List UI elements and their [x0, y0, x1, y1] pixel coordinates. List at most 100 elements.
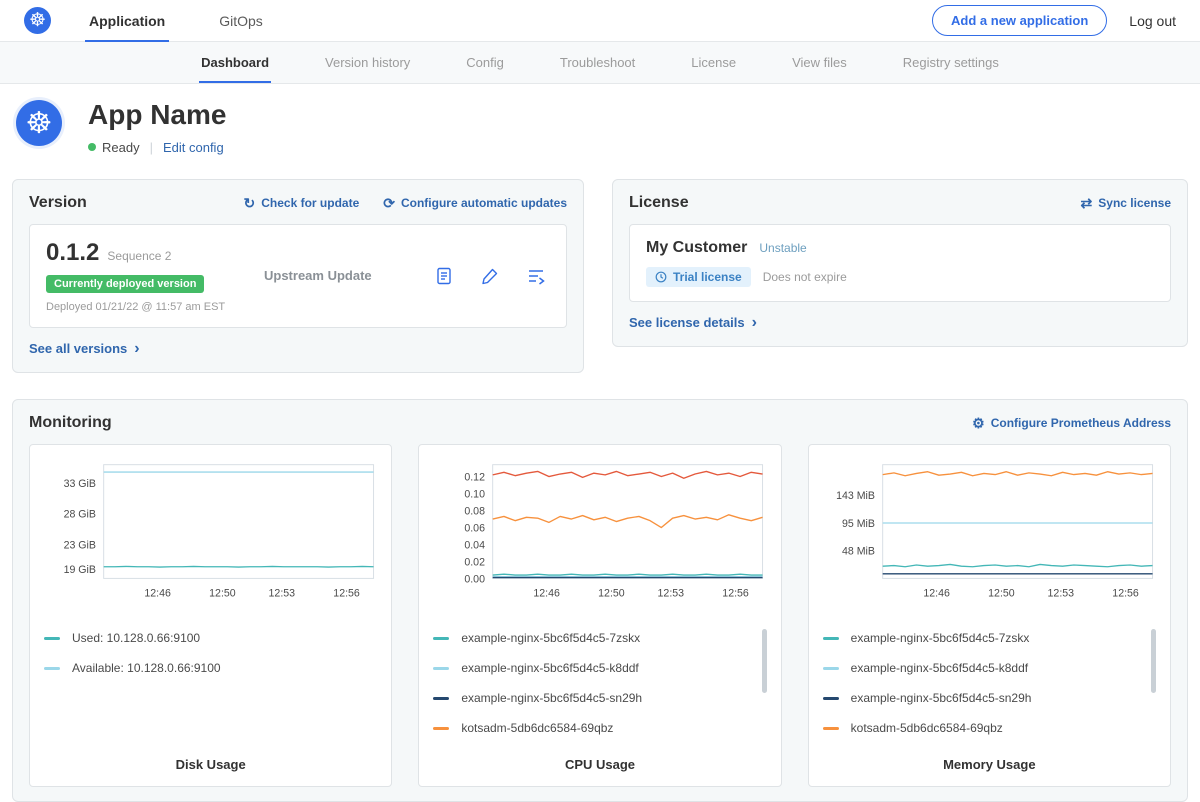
- svg-text:12:53: 12:53: [1047, 588, 1074, 600]
- legend-color-dash: [433, 637, 449, 640]
- subtab-license[interactable]: License: [689, 42, 738, 83]
- svg-text:95 MiB: 95 MiB: [842, 518, 875, 530]
- cpu-usage-legend: example-nginx-5bc6f5d4c5-7zskx example-ng…: [431, 623, 768, 743]
- deployed-timestamp: Deployed 01/21/22 @ 11:57 am EST: [46, 301, 264, 313]
- legend-item: Used: 10.128.0.66:9100: [42, 623, 363, 653]
- upstream-update-label: Upstream Update: [264, 268, 372, 283]
- legend-color-dash: [44, 637, 60, 640]
- svg-text:48 MiB: 48 MiB: [842, 546, 875, 558]
- svg-text:12:56: 12:56: [1112, 588, 1139, 600]
- see-license-details-link[interactable]: See license details ›: [629, 315, 757, 331]
- subtab-version-history[interactable]: Version history: [323, 42, 412, 83]
- svg-text:12:46: 12:46: [534, 588, 561, 600]
- legend-label: example-nginx-5bc6f5d4c5-k8ddf: [851, 661, 1028, 675]
- legend-scrollbar[interactable]: [1151, 629, 1156, 693]
- legend-label: Available: 10.128.0.66:9100: [72, 661, 221, 675]
- monitoring-title: Monitoring: [29, 414, 112, 432]
- trial-license-badge: Trial license: [646, 267, 751, 287]
- app-sub-nav: Dashboard Version history Config Trouble…: [0, 42, 1200, 84]
- license-expiry: Does not expire: [763, 270, 847, 284]
- deployed-version-badge: Currently deployed version: [46, 275, 204, 293]
- legend-label: example-nginx-5bc6f5d4c5-sn29h: [851, 691, 1032, 705]
- monitoring-card: Monitoring ⚙ Configure Prometheus Addres…: [12, 399, 1188, 802]
- legend-label: example-nginx-5bc6f5d4c5-k8ddf: [461, 661, 638, 675]
- version-number: 0.1.2: [46, 239, 99, 267]
- see-license-details-label: See license details: [629, 315, 745, 330]
- disk-usage-legend: Used: 10.128.0.66:9100 Available: 10.128.…: [42, 623, 379, 683]
- check-for-update-link[interactable]: ↻ Check for update: [244, 196, 360, 210]
- tab-application[interactable]: Application: [85, 0, 169, 42]
- version-card: Version ↻ Check for update ⟳ Configure a…: [12, 179, 584, 374]
- status-dot: [88, 143, 96, 151]
- legend-color-dash: [44, 667, 60, 670]
- legend-color-dash: [823, 697, 839, 700]
- subtab-config[interactable]: Config: [464, 42, 506, 83]
- clock-icon: [655, 271, 667, 283]
- edit-config-icon[interactable]: [480, 266, 500, 286]
- legend-color-dash: [433, 667, 449, 670]
- svg-text:12:50: 12:50: [988, 588, 1015, 600]
- svg-text:12:53: 12:53: [269, 588, 296, 600]
- see-all-versions-label: See all versions: [29, 341, 127, 356]
- see-all-versions-link[interactable]: See all versions ›: [29, 341, 140, 357]
- subtab-dashboard[interactable]: Dashboard: [199, 42, 271, 83]
- sync-license-link[interactable]: ⇄ Sync license: [1081, 196, 1171, 210]
- legend-color-dash: [823, 667, 839, 670]
- legend-item: example-nginx-5bc6f5d4c5-k8ddf: [431, 653, 752, 683]
- legend-item: example-nginx-5bc6f5d4c5-k8ddf: [821, 653, 1142, 683]
- legend-label: example-nginx-5bc6f5d4c5-7zskx: [461, 631, 640, 645]
- edit-config-link[interactable]: Edit config: [163, 140, 224, 155]
- legend-color-dash: [823, 637, 839, 640]
- svg-text:0.10: 0.10: [465, 489, 486, 501]
- version-card-title: Version: [29, 194, 87, 212]
- memory-usage-chart-card: 48 MiB95 MiB143 MiB12:4612:5012:5312:56 …: [808, 444, 1171, 787]
- tab-gitops[interactable]: GitOps: [215, 0, 267, 42]
- svg-text:19 GiB: 19 GiB: [64, 564, 96, 576]
- configure-prometheus-link[interactable]: ⚙ Configure Prometheus Address: [972, 416, 1171, 430]
- deploy-logs-icon[interactable]: [526, 266, 546, 286]
- auto-update-icon: ⟳: [383, 196, 395, 210]
- svg-text:0.06: 0.06: [465, 523, 486, 535]
- svg-text:12:46: 12:46: [144, 588, 171, 600]
- chevron-right-icon: ›: [752, 315, 757, 331]
- cpu-usage-chart-card: 0.000.020.040.060.080.100.1212:4612:5012…: [418, 444, 781, 787]
- add-application-button[interactable]: Add a new application: [932, 5, 1107, 36]
- legend-item: example-nginx-5bc6f5d4c5-7zskx: [431, 623, 752, 653]
- version-sequence: Sequence 2: [107, 249, 171, 263]
- disk-usage-chart-card: 19 GiB23 GiB28 GiB33 GiB12:4612:5012:531…: [29, 444, 392, 787]
- chevron-right-icon: ›: [134, 341, 139, 357]
- subtab-troubleshoot[interactable]: Troubleshoot: [558, 42, 637, 83]
- sync-license-label: Sync license: [1098, 196, 1171, 210]
- svg-text:0.02: 0.02: [465, 557, 486, 569]
- svg-text:12:56: 12:56: [333, 588, 360, 600]
- legend-color-dash: [823, 727, 839, 730]
- legend-item: Available: 10.128.0.66:9100: [42, 653, 363, 683]
- release-notes-icon[interactable]: [434, 266, 454, 286]
- legend-label: kotsadm-5db6dc6584-69qbz: [851, 721, 1003, 735]
- gear-icon: ⚙: [972, 416, 985, 430]
- legend-item: kotsadm-5db6dc6584-69qbz: [821, 713, 1142, 743]
- svg-text:0.12: 0.12: [465, 472, 486, 484]
- legend-scrollbar[interactable]: [762, 629, 767, 693]
- chart-title: Disk Usage: [42, 743, 379, 772]
- svg-text:33 GiB: 33 GiB: [64, 478, 96, 490]
- svg-text:0.00: 0.00: [465, 574, 486, 586]
- status-badge: Ready: [102, 140, 140, 155]
- dashboard-cards-row: Version ↻ Check for update ⟳ Configure a…: [0, 173, 1200, 374]
- sync-icon: ⇄: [1081, 196, 1093, 210]
- app-header: ☸ App Name Ready | Edit config: [0, 84, 1200, 173]
- configure-automatic-updates-link[interactable]: ⟳ Configure automatic updates: [383, 196, 567, 210]
- subtab-view-files[interactable]: View files: [790, 42, 849, 83]
- current-version-panel: 0.1.2 Sequence 2 Currently deployed vers…: [29, 224, 567, 328]
- logout-link[interactable]: Log out: [1129, 13, 1176, 29]
- monitoring-section: Monitoring ⚙ Configure Prometheus Addres…: [12, 399, 1188, 802]
- charts-row: 19 GiB23 GiB28 GiB33 GiB12:4612:5012:531…: [29, 444, 1171, 787]
- svg-text:28 GiB: 28 GiB: [64, 509, 96, 521]
- license-card: License ⇄ Sync license My Customer Unsta…: [612, 179, 1188, 348]
- configure-automatic-updates-label: Configure automatic updates: [401, 196, 567, 210]
- check-for-update-label: Check for update: [261, 196, 359, 210]
- legend-item: kotsadm-5db6dc6584-69qbz: [431, 713, 752, 743]
- legend-label: kotsadm-5db6dc6584-69qbz: [461, 721, 613, 735]
- subtab-registry-settings[interactable]: Registry settings: [901, 42, 1001, 83]
- license-panel: My Customer Unstable Trial license Does …: [629, 224, 1171, 302]
